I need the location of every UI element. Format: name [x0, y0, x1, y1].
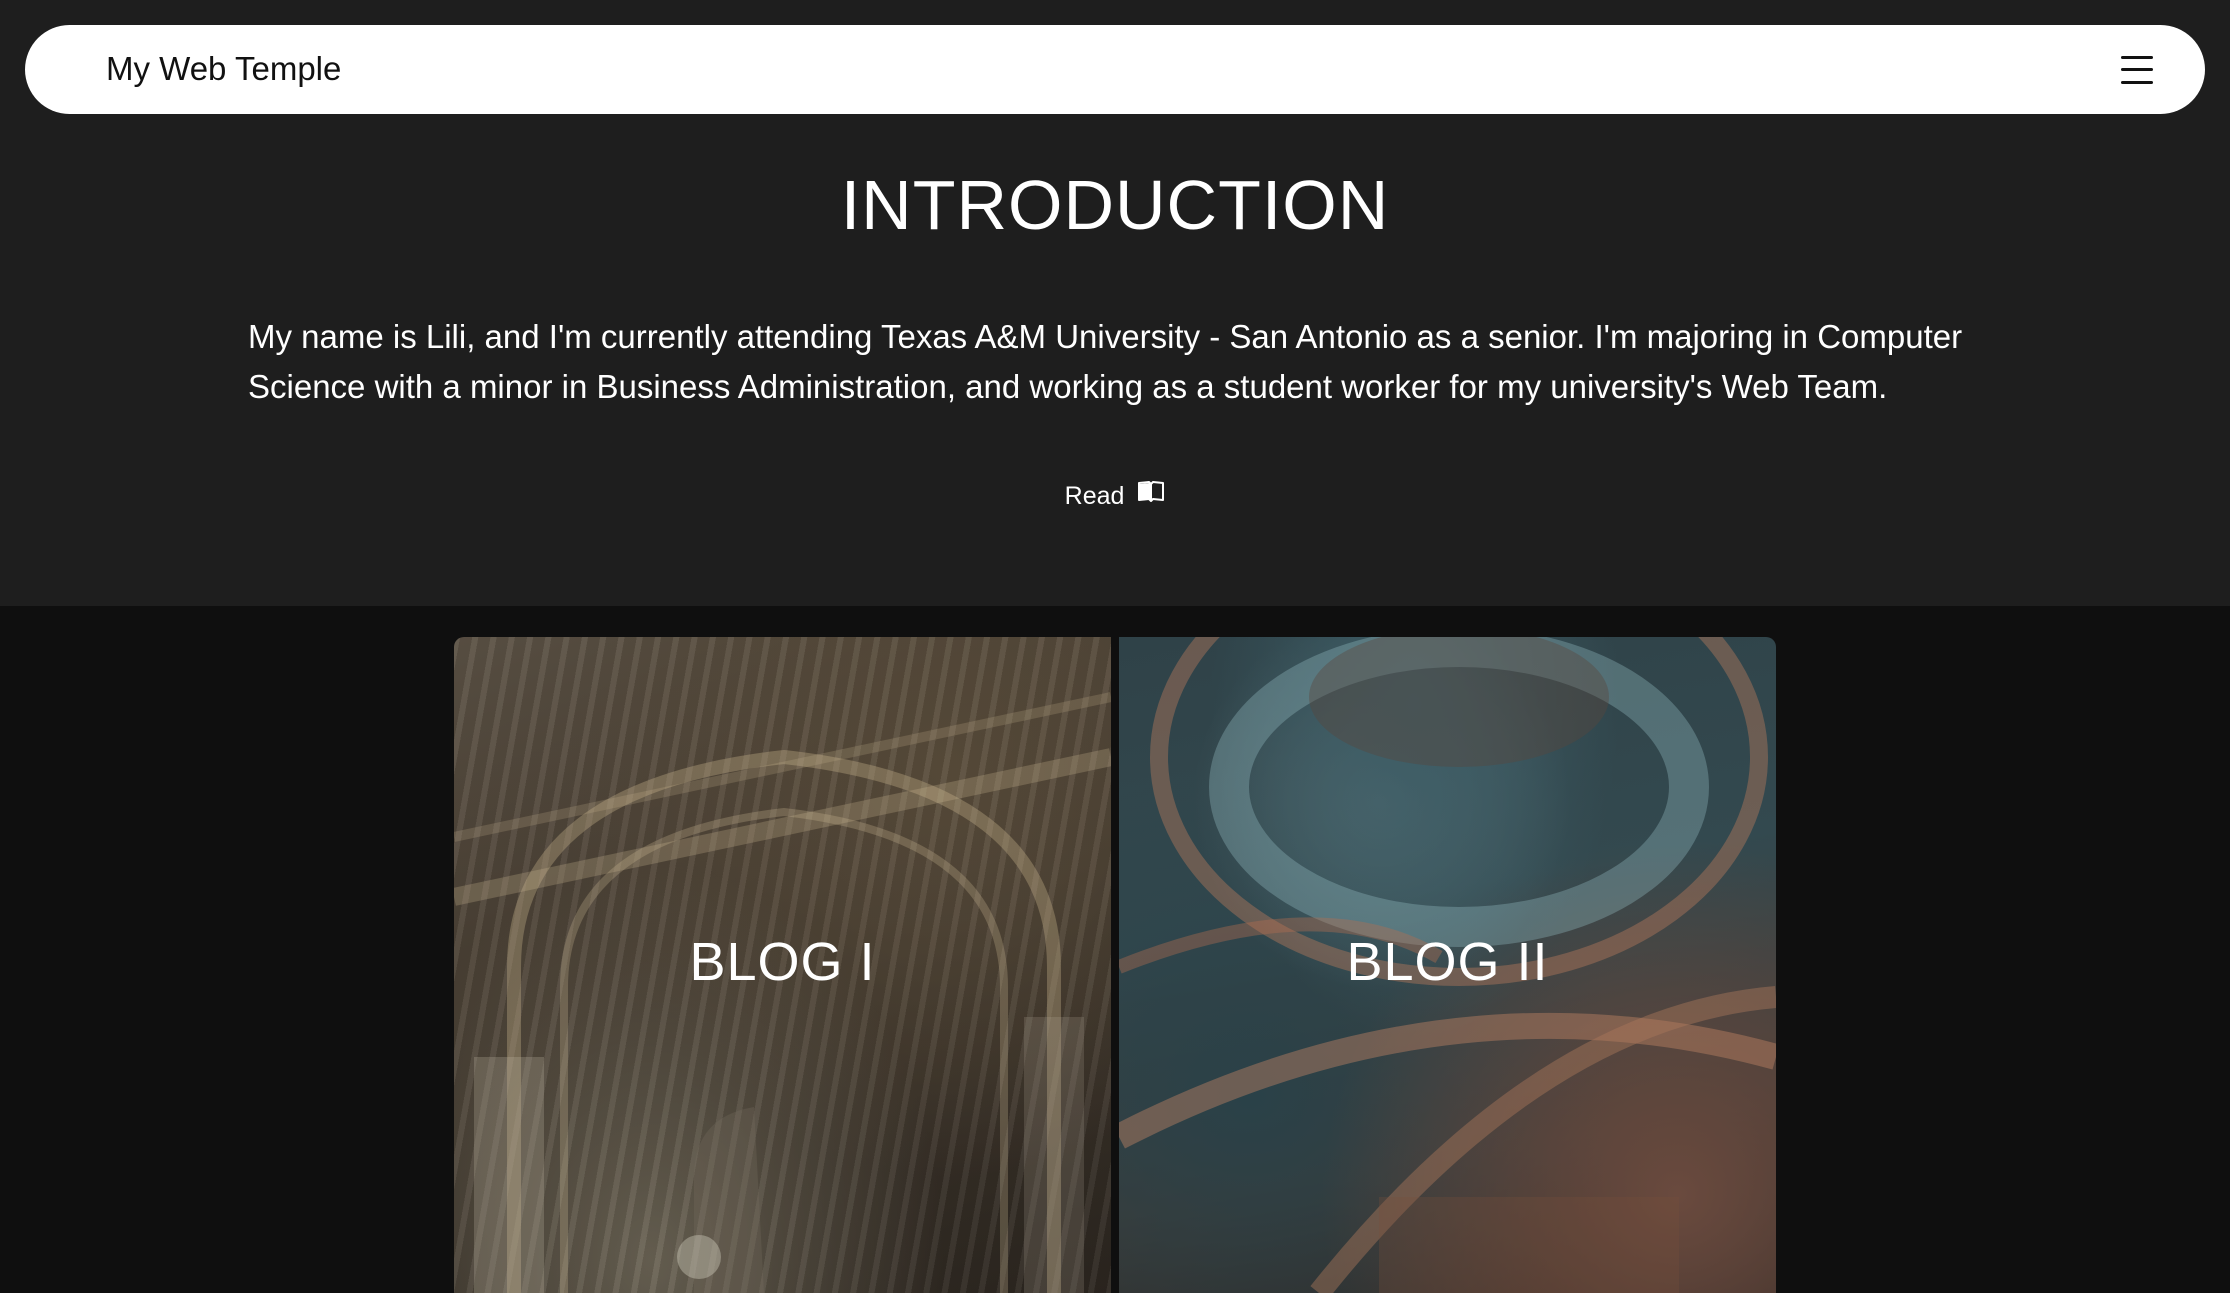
read-label: Read	[1064, 482, 1125, 510]
navbar: My Web Temple	[25, 25, 2205, 114]
blog-card-1[interactable]: BLOG I	[454, 637, 1111, 1293]
intro-section: My Web Temple INTRODUCTION My name is Li…	[0, 0, 2230, 606]
site-brand[interactable]: My Web Temple	[106, 47, 341, 91]
intro-title: INTRODUCTION	[840, 166, 1390, 244]
blog-1-title: BLOG I	[689, 932, 876, 992]
blog-2-title: BLOG II	[1346, 932, 1549, 992]
blog-card-2[interactable]: BLOG II	[1119, 637, 1776, 1293]
intro-paragraph: My name is Lili, and I'm currently atten…	[248, 318, 1963, 405]
hamburger-menu-icon[interactable]	[2121, 54, 2155, 86]
open-book-icon	[1137, 477, 1165, 513]
blog-section: BLOG I BLOG II	[0, 606, 2230, 1293]
read-button[interactable]: Read	[0, 478, 2230, 514]
